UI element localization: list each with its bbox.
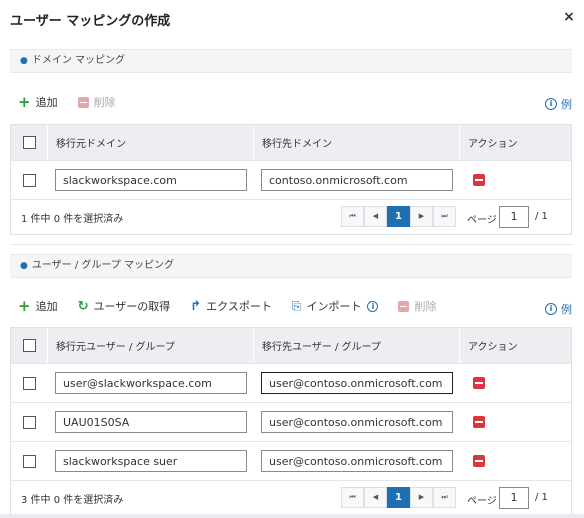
- row-checkbox[interactable]: [22, 173, 36, 187]
- column-header-source: 移行元ドメイン: [47, 125, 253, 160]
- bullet-icon: ●: [20, 56, 28, 66]
- user-mapping-title: ユーザー / グループ マッピング: [31, 260, 174, 271]
- domain-mapping-grid: 移行元ドメイン 移行先ドメイン アクション 1 件中 0 件を選択済み ⏮ ◀ …: [10, 124, 572, 235]
- minus-icon: [77, 96, 89, 108]
- page-number-input[interactable]: 1: [499, 487, 529, 509]
- selection-summary: 3 件中 0 件を選択済み: [21, 494, 124, 506]
- info-icon: i: [545, 98, 557, 110]
- minus-icon: [398, 300, 410, 312]
- export-button[interactable]: ↱ エクスポート: [190, 298, 272, 314]
- user-delete-button[interactable]: 削除: [398, 298, 436, 314]
- domain-mapping-title: ドメイン マッピング: [31, 55, 126, 66]
- bottom-edge: [0, 514, 584, 518]
- source-user-input[interactable]: [55, 450, 247, 472]
- row-delete-icon[interactable]: [473, 174, 485, 186]
- domain-add-button[interactable]: + 追加: [18, 94, 58, 110]
- section-divider: [10, 244, 572, 245]
- select-all-checkbox[interactable]: [22, 339, 36, 352]
- close-icon[interactable]: ×: [561, 9, 577, 25]
- page-number-input[interactable]: 1: [499, 206, 529, 228]
- select-all-checkbox[interactable]: [22, 136, 36, 149]
- user-add-button[interactable]: + 追加: [18, 298, 58, 314]
- export-icon: ↱: [190, 298, 202, 314]
- current-page-button[interactable]: 1: [387, 206, 410, 227]
- first-page-icon[interactable]: ⏮: [341, 487, 364, 508]
- next-page-icon[interactable]: ▶: [410, 206, 433, 227]
- grid-header: 移行元ドメイン 移行先ドメイン アクション: [11, 125, 571, 161]
- domain-mapping-header: ● ドメイン マッピング: [10, 49, 572, 73]
- destination-user-input[interactable]: [261, 450, 453, 472]
- user-mapping-header: ● ユーザー / グループ マッピング: [10, 254, 572, 278]
- selection-summary: 1 件中 0 件を選択済み: [21, 213, 124, 225]
- last-page-icon[interactable]: ⏭: [433, 487, 456, 508]
- bullet-icon: ●: [20, 261, 28, 271]
- table-row: [11, 442, 571, 481]
- first-page-icon[interactable]: ⏮: [341, 206, 364, 227]
- destination-user-input[interactable]: [261, 372, 453, 394]
- grid-footer: 3 件中 0 件を選択済み ⏮ ◀ 1 ▶ ⏭ ページ 1 / 1: [11, 481, 571, 515]
- column-header-destination: 移行先ユーザー / グループ: [253, 328, 459, 363]
- page-label: ページ: [467, 215, 497, 226]
- info-icon: i: [545, 303, 557, 315]
- row-checkbox[interactable]: [22, 415, 36, 429]
- user-example-link[interactable]: i 例: [545, 301, 572, 317]
- user-toolbar: + 追加 ↻ ユーザーの取得 ↱ エクスポート ⎘ インポート i 削除: [18, 297, 456, 315]
- last-page-icon[interactable]: ⏭: [433, 206, 456, 227]
- source-user-input[interactable]: [55, 372, 247, 394]
- row-checkbox[interactable]: [22, 454, 36, 468]
- import-info-icon[interactable]: i: [367, 300, 379, 312]
- prev-page-icon[interactable]: ◀: [364, 487, 387, 508]
- table-row: [11, 161, 571, 200]
- table-row: [11, 403, 571, 442]
- grid-header: 移行元ユーザー / グループ 移行先ユーザー / グループ アクション: [11, 328, 571, 364]
- refresh-icon: ↻: [77, 298, 89, 314]
- source-domain-input[interactable]: [55, 169, 247, 191]
- row-delete-icon[interactable]: [473, 377, 485, 389]
- column-header-destination: 移行先ドメイン: [253, 125, 459, 160]
- plus-icon: +: [18, 297, 31, 315]
- column-header-action: アクション: [459, 125, 571, 160]
- row-checkbox[interactable]: [22, 376, 36, 390]
- row-delete-icon[interactable]: [473, 416, 485, 428]
- column-header-source: 移行元ユーザー / グループ: [47, 328, 253, 363]
- grid-footer: 1 件中 0 件を選択済み ⏮ ◀ 1 ▶ ⏭ ページ 1 / 1: [11, 200, 571, 234]
- destination-domain-input[interactable]: [261, 169, 453, 191]
- destination-user-input[interactable]: [261, 411, 453, 433]
- next-page-icon[interactable]: ▶: [410, 487, 433, 508]
- domain-toolbar: + 追加 削除: [18, 93, 136, 111]
- column-header-action: アクション: [459, 328, 571, 363]
- page-label: ページ: [467, 496, 497, 507]
- source-user-input[interactable]: [55, 411, 247, 433]
- user-mapping-grid: 移行元ユーザー / グループ 移行先ユーザー / グループ アクション 3 件中…: [10, 327, 572, 516]
- pager: ⏮ ◀ 1 ▶ ⏭: [341, 206, 456, 227]
- pager: ⏮ ◀ 1 ▶ ⏭: [341, 487, 456, 508]
- current-page-button[interactable]: 1: [387, 487, 410, 508]
- fetch-users-button[interactable]: ↻ ユーザーの取得: [78, 298, 171, 314]
- domain-example-link[interactable]: i 例: [545, 96, 572, 112]
- import-icon: ⎘: [291, 298, 302, 313]
- domain-delete-button[interactable]: 削除: [77, 94, 116, 110]
- import-button[interactable]: ⎘ インポート: [292, 298, 362, 314]
- row-delete-icon[interactable]: [473, 455, 485, 467]
- table-row: [11, 364, 571, 403]
- plus-icon: +: [18, 93, 31, 111]
- dialog-title: ユーザー マッピングの作成: [10, 14, 171, 29]
- page-total: / 1: [535, 492, 548, 503]
- prev-page-icon[interactable]: ◀: [364, 206, 387, 227]
- page-total: / 1: [535, 211, 548, 222]
